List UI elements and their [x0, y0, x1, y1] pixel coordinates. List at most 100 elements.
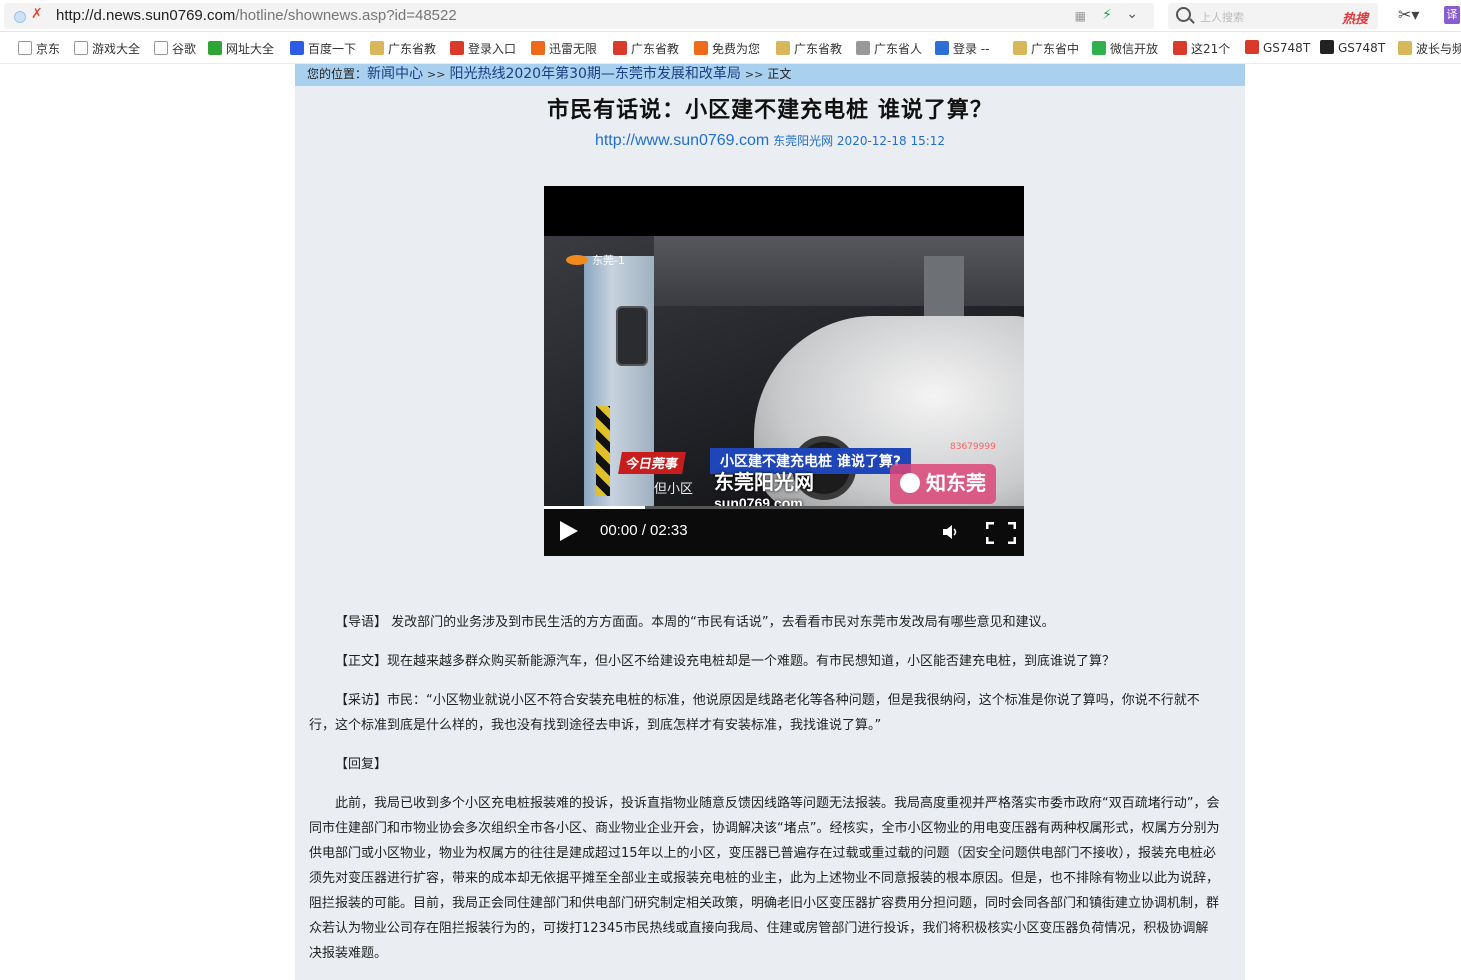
article-source: 东莞阳光网	[773, 134, 834, 148]
bookmark-label: GS748T	[1338, 41, 1386, 55]
scissors-icon[interactable]: ✂▾	[1398, 5, 1419, 24]
breadcrumb-news-center[interactable]: 新闻中心	[367, 66, 423, 82]
qr-grid-icon[interactable]: ▦	[1075, 9, 1086, 23]
bookmark-item[interactable]: 广东省中	[1013, 40, 1079, 57]
bookmark-favicon-icon	[694, 41, 708, 55]
article-datetime: 2020-12-18 15:12	[836, 134, 946, 148]
phone-tag: 83679999	[950, 442, 996, 452]
play-icon[interactable]	[560, 521, 578, 541]
speed-mode-icon[interactable]: ⚡	[1102, 7, 1112, 23]
bookmark-label: 登录 --	[953, 42, 990, 56]
bookmark-item[interactable]: 游戏大全	[74, 40, 140, 57]
globe-icon	[14, 11, 26, 23]
bookmark-item[interactable]: 网址大全	[208, 40, 274, 57]
bookmark-favicon-icon	[1173, 41, 1187, 55]
bookmark-favicon-icon	[1320, 40, 1334, 54]
search-input[interactable]: 上人搜索	[1200, 9, 1244, 25]
channel-logo: 东莞-1	[566, 252, 625, 268]
search-icon	[1176, 7, 1191, 22]
bookmark-favicon-icon	[154, 41, 168, 55]
bookmark-favicon-icon	[208, 41, 222, 55]
hot-search-label[interactable]: 热搜	[1342, 8, 1368, 27]
bookmark-favicon-icon	[613, 41, 627, 55]
breadcrumb-sep: >>	[744, 68, 764, 81]
bookmark-item[interactable]: 广东省教	[613, 40, 679, 57]
bookmark-label: 免费为您	[712, 42, 761, 56]
bookmark-item[interactable]: 免费为您	[694, 40, 760, 57]
bookmark-item[interactable]: 广东省教	[776, 40, 842, 57]
bookmark-label: 微信开放	[1110, 42, 1159, 56]
bookmark-favicon-icon	[531, 41, 545, 55]
bookmark-label: 网址大全	[226, 42, 275, 56]
bookmark-label: 迅雷无限	[549, 42, 598, 56]
url-box[interactable]: ✗ http://d.news.sun0769.com/hotline/show…	[4, 3, 1154, 29]
article-paragraph: 此前，我局已收到多个小区充电桩报装难的投诉，投诉直指物业随意反馈因线路等问题无法…	[309, 796, 1220, 961]
article-paragraph: 【采访】市民：“小区物业就说小区不符合安装充电桩的标准，他说原因是线路老化等各种…	[309, 693, 1200, 733]
compat-mode-icon[interactable]: ✗	[31, 6, 43, 22]
bookmark-item[interactable]: 谷歌	[154, 40, 196, 57]
sun-watermark: 东莞阳光网 sun0769.com	[714, 470, 814, 511]
bookmark-label: 波长与频	[1416, 42, 1461, 56]
bookmark-label: 广东省人	[874, 42, 923, 56]
video-caption: 但小区	[654, 482, 694, 497]
bookmark-label: 登录入口	[468, 42, 517, 56]
bookmark-item[interactable]: 广东省人	[856, 40, 922, 57]
article-title: 市民有话说：小区建不建充电桩 谁说了算？	[547, 97, 993, 123]
breadcrumb-sep: >>	[427, 68, 446, 81]
video-controls: 00:00 / 02:33	[544, 509, 1024, 556]
bookmark-label: 百度一下	[308, 42, 357, 56]
bookmark-label: 广东省教	[794, 42, 843, 56]
bookmark-item[interactable]: 登录 --	[935, 40, 989, 57]
bookmark-label: 广东省教	[631, 42, 680, 56]
bookmark-favicon-icon	[935, 41, 949, 55]
bookmark-item[interactable]: 这21个	[1173, 40, 1230, 57]
translate-button[interactable]: 译	[1444, 6, 1460, 24]
bookmark-label: GS748T	[1263, 41, 1311, 55]
url-text[interactable]: http://d.news.sun0769.com/hotline/showne…	[56, 7, 457, 24]
bookmark-favicon-icon	[370, 41, 384, 55]
bookmark-item[interactable]: 迅雷无限	[531, 40, 597, 57]
bookmark-item[interactable]: 京东	[18, 40, 60, 57]
article-meta: http://www.sun0769.com 东莞阳光网 2020-12-18 …	[295, 132, 1245, 150]
bookmark-item[interactable]: 微信开放	[1092, 40, 1158, 57]
bookmark-favicon-icon	[776, 41, 790, 55]
bookmark-favicon-icon	[450, 41, 464, 55]
breadcrumb-issue[interactable]: 阳光热线2020年第30期—东莞市发展和改革局	[449, 66, 740, 82]
breadcrumb-current: 正文	[767, 67, 792, 81]
bookmark-item[interactable]: 登录入口	[450, 40, 516, 57]
video-frame[interactable]: 东莞-1 今日莞事 小区建不建充电桩 谁说了算? 83679999 但小区 东莞…	[544, 236, 1024, 516]
bookmark-favicon-icon	[1013, 41, 1027, 55]
bookmark-favicon-icon	[1245, 40, 1259, 54]
bookmark-label: 这21个	[1191, 42, 1231, 56]
bookmark-favicon-icon	[74, 41, 88, 55]
bookmark-item[interactable]: GS748T	[1320, 40, 1385, 55]
video-time: 00:00 / 02:33	[600, 522, 688, 539]
search-box[interactable]: 上人搜索 热搜	[1168, 3, 1378, 29]
address-bar: ✗ http://d.news.sun0769.com/hotline/show…	[0, 0, 1461, 32]
bookmark-favicon-icon	[290, 41, 304, 55]
bookmark-favicon-icon	[1092, 41, 1106, 55]
video-player[interactable]: 东莞-1 今日莞事 小区建不建充电桩 谁说了算? 83679999 但小区 东莞…	[544, 186, 1024, 556]
bookmark-favicon-icon	[18, 41, 32, 55]
bookmark-favicon-icon	[1398, 41, 1412, 55]
article-body: 【导语】 发改部门的业务涉及到市民生活的方方面面。本周的“市民有话说”，去看看市…	[309, 610, 1221, 980]
fullscreen-icon[interactable]	[986, 522, 1016, 544]
article-paragraph: 【正文】现在越来越多群众购买新能源汽车，但小区不给建设充电桩却是一个难题。有市民…	[335, 654, 1116, 669]
charger-image	[616, 306, 648, 366]
bookmark-favicon-icon	[856, 41, 870, 55]
bookmarks-bar: 京东 游戏大全 谷歌 网址大全 百度一下 广东省教 登录入口 迅雷无限 广东省教 免费为您 广东省教…	[0, 32, 1461, 64]
site-link[interactable]: http://www.sun0769.com	[595, 132, 769, 149]
bookmark-item[interactable]: 广东省教	[370, 40, 436, 57]
bookmark-item[interactable]: GS748T	[1245, 40, 1310, 55]
bookmark-label: 谷歌	[172, 42, 197, 56]
bookmark-label: 广东省教	[388, 42, 437, 56]
volume-icon[interactable]	[942, 523, 960, 541]
bookmark-item[interactable]: 波长与频	[1398, 40, 1461, 57]
bookmark-item[interactable]: 百度一下	[290, 40, 356, 57]
zdg-watermark: 知东莞	[890, 464, 996, 504]
breadcrumb: 您的位置：新闻中心 >> 阳光热线2020年第30期—东莞市发展和改革局 >> 正文	[295, 64, 1245, 86]
news-page: 您的位置：新闻中心 >> 阳光热线2020年第30期—东莞市发展和改革局 >> 正文 市…	[295, 64, 1245, 980]
bookmark-label: 京东	[36, 42, 61, 56]
article-paragraph: 【导语】 发改部门的业务涉及到市民生活的方方面面。本周的“市民有话说”，去看看市…	[335, 615, 1055, 630]
chevron-down-icon[interactable]: ⌄	[1126, 6, 1138, 22]
